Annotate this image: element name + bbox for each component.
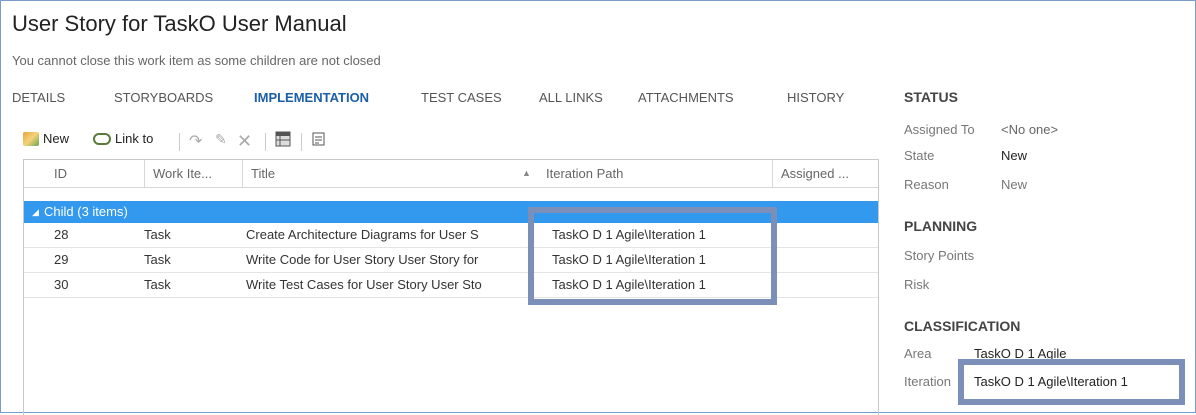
tab-test-cases[interactable]: TEST CASES	[421, 90, 502, 105]
group-row-child[interactable]: ◢ Child (3 items)	[24, 201, 878, 223]
reason-field[interactable]: New	[1001, 177, 1027, 192]
toolbar-separator	[265, 133, 266, 151]
cell-title: Create Architecture Diagrams for User S	[246, 227, 479, 242]
tab-details[interactable]: DETAILS	[12, 90, 65, 105]
story-points-label: Story Points	[904, 248, 975, 263]
column-header-title[interactable]: Title	[242, 160, 538, 187]
table-row[interactable]: 30 Task Write Test Cases for User Story …	[24, 273, 878, 298]
work-item-title: User Story for TaskO User Manual	[12, 11, 347, 36]
assigned-to-field[interactable]: <No one>	[1001, 122, 1058, 137]
cell-iteration-path: TaskO D 1 Agile\Iteration 1	[552, 252, 706, 267]
cell-type: Task	[144, 227, 171, 242]
collapse-group-icon[interactable]: ◢	[32, 201, 39, 223]
planning-heading: PLANNING	[904, 218, 978, 234]
classification-heading: CLASSIFICATION	[904, 318, 1021, 334]
tab-storyboards[interactable]: STORYBOARDS	[114, 90, 213, 105]
links-grid: ID Work Ite... Title ▲ Iteration Path As…	[23, 159, 879, 415]
cell-id: 30	[54, 277, 69, 292]
area-label: Area	[904, 346, 932, 361]
tab-attachments[interactable]: ATTACHMENTS	[638, 90, 734, 105]
new-button[interactable]: New	[23, 131, 69, 146]
open-query-icon[interactable]	[311, 131, 327, 147]
sort-ascending-icon: ▲	[522, 168, 531, 178]
new-button-label: New	[43, 131, 70, 146]
cell-iteration-path: TaskO D 1 Agile\Iteration 1	[552, 227, 706, 242]
delete-icon[interactable]: ✕	[237, 131, 252, 152]
tab-history[interactable]: HISTORY	[787, 90, 844, 105]
grid-header: ID Work Ite... Title ▲ Iteration Path As…	[24, 160, 878, 188]
column-header-work-item-type[interactable]: Work Ite...	[144, 160, 242, 187]
column-header-iteration-path[interactable]: Iteration Path	[538, 160, 772, 187]
iteration-label: Iteration	[904, 374, 951, 389]
cell-id: 29	[54, 252, 69, 267]
cell-id: 28	[54, 227, 69, 242]
redo-icon[interactable]: ↷	[189, 131, 202, 151]
risk-label: Risk	[904, 277, 930, 292]
open-in-excel-icon[interactable]	[275, 131, 291, 147]
toolbar-separator	[301, 133, 302, 151]
cell-title: Write Code for User Story User Story for	[246, 252, 479, 267]
assigned-to-label: Assigned To	[904, 122, 975, 137]
tab-all-links[interactable]: ALL LINKS	[539, 90, 603, 105]
state-field[interactable]: New	[1001, 148, 1027, 163]
column-header-id[interactable]: ID	[24, 160, 144, 187]
table-row[interactable]: 28 Task Create Architecture Diagrams for…	[24, 223, 878, 248]
new-work-item-icon	[23, 131, 39, 146]
cell-type: Task	[144, 252, 171, 267]
link-to-button[interactable]: Link to	[93, 131, 153, 146]
edit-icon[interactable]: ✎	[215, 131, 227, 148]
table-row[interactable]: 29 Task Write Code for User Story User S…	[24, 248, 878, 273]
cell-title: Write Test Cases for User Story User Sto	[246, 277, 482, 292]
state-label: State	[904, 148, 935, 163]
link-to-button-label: Link to	[115, 131, 154, 146]
work-item-form: User Story for TaskO User Manual You can…	[0, 0, 1196, 415]
close-warning-message: You cannot close this work item as some …	[12, 53, 381, 68]
group-label: Child (3 items)	[44, 204, 128, 219]
area-field[interactable]: TaskO D 1 Agile	[974, 346, 1067, 361]
cell-type: Task	[144, 277, 171, 292]
status-heading: STATUS	[904, 89, 958, 105]
tab-implementation[interactable]: IMPLEMENTATION	[254, 90, 369, 105]
link-icon	[93, 132, 111, 145]
reason-label: Reason	[904, 177, 949, 192]
iteration-field[interactable]: TaskO D 1 Agile\Iteration 1	[974, 374, 1128, 389]
cell-iteration-path: TaskO D 1 Agile\Iteration 1	[552, 277, 706, 292]
column-header-assigned-to[interactable]: Assigned ...	[772, 160, 878, 187]
toolbar-separator	[179, 133, 180, 151]
